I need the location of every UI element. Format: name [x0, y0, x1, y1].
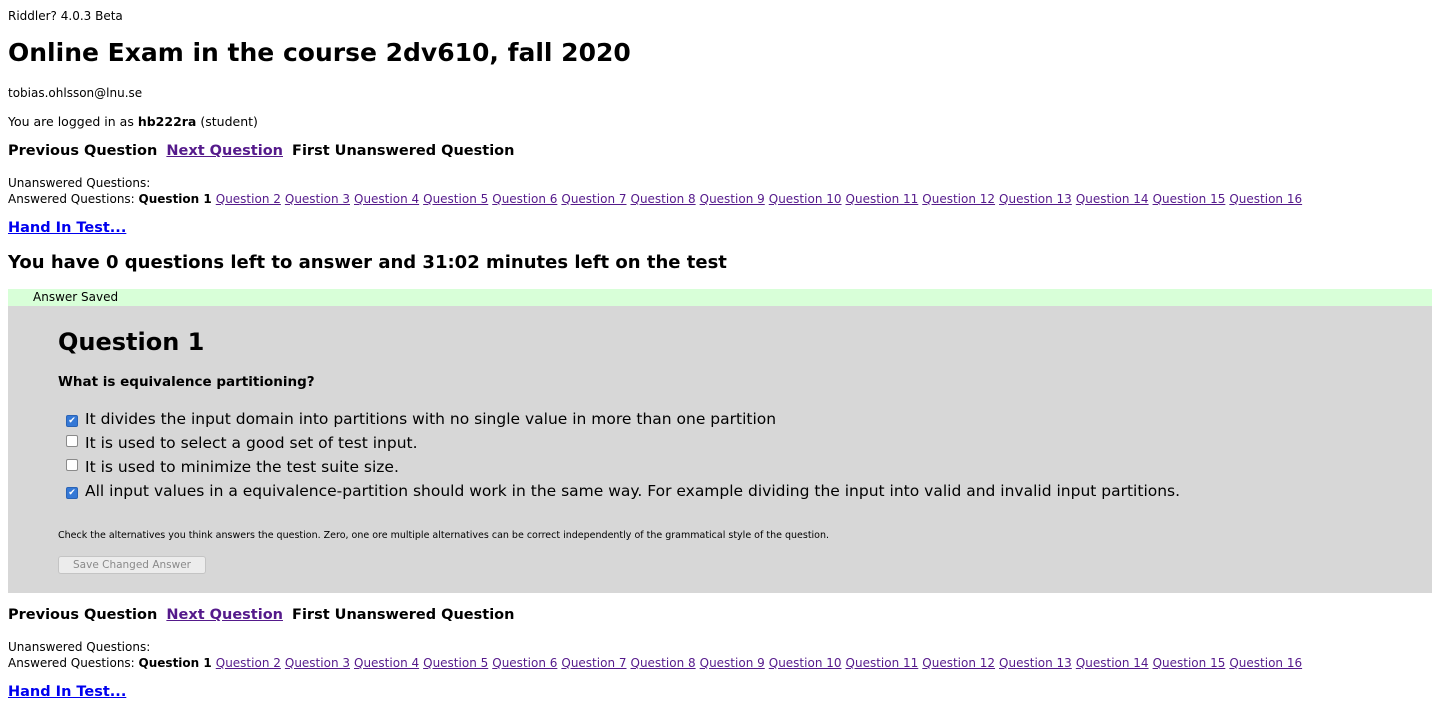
question-link-13[interactable]: Question 13	[999, 192, 1072, 206]
alternative-1-label: It divides the input domain into partiti…	[85, 410, 777, 428]
question-nav-top: Previous Question Next Question First Un…	[8, 143, 518, 159]
question-title: Question 1	[58, 328, 205, 356]
question-link-14[interactable]: Question 14	[1076, 192, 1149, 206]
question-nav-bottom: Previous Question Next Question First Un…	[8, 607, 518, 623]
question-panel: Question 1 What is equivalence partition…	[8, 306, 1432, 593]
alternative-2-checkbox[interactable]	[66, 435, 78, 447]
question-link-2[interactable]: Question 2	[216, 656, 281, 670]
question-text: What is equivalence partitioning?	[58, 374, 315, 390]
alternative-1-checkbox[interactable]: ✔	[66, 415, 78, 427]
current-question: Question 1	[138, 192, 212, 206]
answered-label: Answered Questions:	[8, 656, 135, 670]
hand-in-link[interactable]: Hand In Test...	[8, 220, 126, 236]
page-title: Online Exam in the course 2dv610, fall 2…	[8, 38, 631, 67]
user-role: (student)	[200, 114, 258, 129]
question-link-11[interactable]: Question 11	[846, 656, 919, 670]
answer-hint: Check the alternatives you think answers…	[58, 530, 830, 541]
alternative-3-checkbox[interactable]	[66, 459, 78, 471]
question-link-10[interactable]: Question 10	[769, 192, 842, 206]
login-prefix: You are logged in as	[8, 114, 134, 129]
question-link-5[interactable]: Question 5	[423, 656, 488, 670]
user-email: tobias.ohlsson@lnu.se	[8, 86, 143, 100]
question-link-6[interactable]: Question 6	[492, 656, 557, 670]
unanswered-label: Unanswered Questions:	[8, 176, 151, 190]
answered-links: Question 2 Question 3 Question 4 Question 5…	[216, 656, 1306, 670]
question-link-2[interactable]: Question 2	[216, 192, 281, 206]
question-list-top: Unanswered Questions: Answered Questions…	[8, 175, 1306, 207]
app-version: Riddler? 4.0.3 Beta	[8, 9, 123, 23]
answered-links: Question 2 Question 3 Question 4 Question 5…	[216, 192, 1306, 206]
question-link-12[interactable]: Question 12	[922, 656, 995, 670]
question-link-9[interactable]: Question 9	[700, 192, 765, 206]
question-link-8[interactable]: Question 8	[631, 192, 696, 206]
answer-saved-text: Answer Saved	[33, 290, 119, 304]
question-link-3[interactable]: Question 3	[285, 192, 350, 206]
question-link-8[interactable]: Question 8	[631, 656, 696, 670]
status-line: You have 0 questions left to answer and …	[8, 252, 727, 273]
current-question: Question 1	[138, 656, 212, 670]
question-link-12[interactable]: Question 12	[922, 192, 995, 206]
alternative-2-label: It is used to select a good set of test …	[85, 434, 418, 452]
question-link-4[interactable]: Question 4	[354, 192, 419, 206]
question-link-14[interactable]: Question 14	[1076, 656, 1149, 670]
alternative-4-label: All input values in a equivalence-partit…	[85, 482, 1181, 500]
question-link-15[interactable]: Question 15	[1153, 656, 1226, 670]
question-link-11[interactable]: Question 11	[846, 192, 919, 206]
question-link-7[interactable]: Question 7	[561, 656, 626, 670]
answer-saved-banner: Answer Saved	[8, 289, 1432, 306]
next-question-link[interactable]: Next Question	[166, 607, 283, 623]
question-link-4[interactable]: Question 4	[354, 656, 419, 670]
hand-in-bottom: Hand In Test...	[8, 684, 126, 700]
question-link-15[interactable]: Question 15	[1153, 192, 1226, 206]
question-link-7[interactable]: Question 7	[561, 192, 626, 206]
save-changed-answer-button[interactable]: Save Changed Answer	[58, 556, 206, 574]
first-unanswered-label: First Unanswered Question	[292, 143, 515, 159]
alternative-3-label: It is used to minimize the test suite si…	[85, 458, 399, 476]
question-link-3[interactable]: Question 3	[285, 656, 350, 670]
question-link-16[interactable]: Question 16	[1229, 656, 1302, 670]
alternative-4-checkbox[interactable]: ✔	[66, 487, 78, 499]
question-link-9[interactable]: Question 9	[700, 656, 765, 670]
unanswered-label: Unanswered Questions:	[8, 640, 151, 654]
question-list-bottom: Unanswered Questions: Answered Questions…	[8, 639, 1306, 671]
login-status: You are logged in as hb222ra (student)	[8, 114, 258, 129]
hand-in-link[interactable]: Hand In Test...	[8, 684, 126, 700]
first-unanswered-label: First Unanswered Question	[292, 607, 515, 623]
alternative-4[interactable]: ✔ All input values in a equivalence-parti…	[66, 482, 1180, 500]
question-link-13[interactable]: Question 13	[999, 656, 1072, 670]
answered-row: Answered Questions: Question 1 Question 2…	[8, 191, 1306, 207]
alternative-3[interactable]: It is used to minimize the test suite si…	[66, 458, 399, 476]
alternative-1[interactable]: ✔ It divides the input domain into partit…	[66, 410, 776, 428]
question-link-16[interactable]: Question 16	[1229, 192, 1302, 206]
username: hb222ra	[137, 114, 197, 129]
answered-row: Answered Questions: Question 1 Question 2…	[8, 655, 1306, 671]
alternative-2[interactable]: It is used to select a good set of test …	[66, 434, 418, 452]
answered-label: Answered Questions:	[8, 192, 135, 206]
question-link-5[interactable]: Question 5	[423, 192, 488, 206]
question-link-6[interactable]: Question 6	[492, 192, 557, 206]
previous-question-label: Previous Question	[8, 607, 158, 623]
hand-in-top: Hand In Test...	[8, 220, 126, 236]
previous-question-label: Previous Question	[8, 143, 158, 159]
question-link-10[interactable]: Question 10	[769, 656, 842, 670]
next-question-link[interactable]: Next Question	[166, 143, 283, 159]
